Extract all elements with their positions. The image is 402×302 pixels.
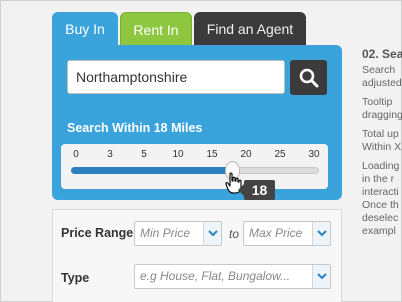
slider-tick-label: 10 <box>172 149 184 160</box>
tab-buy-in[interactable]: Buy In <box>52 12 118 46</box>
side-heading: 02. Sea <box>362 47 402 61</box>
slider-tick-label: 0 <box>73 149 79 160</box>
side-text-line: Tooltip <box>362 96 393 108</box>
slider-tick-label: 5 <box>141 149 147 160</box>
side-text-line: in the r <box>362 173 395 185</box>
slider-tick-label: 30 <box>308 149 320 160</box>
type-label: Type <box>61 271 90 285</box>
slider-tick-label: 15 <box>206 149 218 160</box>
location-search-input[interactable]: Northamptonshire <box>67 60 285 94</box>
slider-tick-label: 20 <box>240 149 252 160</box>
max-price-placeholder: Max Price <box>249 226 303 240</box>
side-text-line: Total up <box>362 128 399 140</box>
side-text-line: Loading <box>362 160 400 172</box>
slider-tick-labels: 0 3 5 10 15 20 25 30 <box>61 149 328 163</box>
side-text-line: Search <box>362 64 396 76</box>
property-type-select[interactable]: e.g House, Flat, Bungalow... <box>134 264 331 289</box>
price-range-label: Price Range <box>61 226 134 240</box>
chevron-down-icon <box>203 222 221 245</box>
filters-box: Price Range Min Price to Max Price Type … <box>52 209 342 302</box>
tab-rent-in[interactable]: Rent In <box>120 12 192 46</box>
side-text-line: adjusted <box>362 77 402 89</box>
side-text-line: deselec <box>362 212 399 224</box>
min-price-select[interactable]: Min Price <box>134 221 222 246</box>
search-button[interactable] <box>290 60 327 95</box>
slider-value-tooltip: 18 <box>238 180 275 200</box>
tab-find-an-agent[interactable]: Find an Agent <box>194 12 306 46</box>
distance-slider[interactable]: 0 3 5 10 15 20 25 30 <box>61 144 328 189</box>
distance-label: Search Within 18 Miles <box>67 121 203 135</box>
search-panel: Northamptonshire Search Within 18 Miles … <box>52 45 342 200</box>
to-label: to <box>229 227 240 241</box>
property-type-placeholder: e.g House, Flat, Bungalow... <box>140 269 291 283</box>
side-text-line: Within X <box>362 141 402 153</box>
max-price-select[interactable]: Max Price <box>243 221 331 246</box>
min-price-placeholder: Min Price <box>140 226 191 240</box>
side-text-line: Once th <box>362 199 399 211</box>
side-text-line: interacti <box>362 186 399 198</box>
slider-tick-label: 3 <box>107 149 113 160</box>
slider-fill <box>71 167 233 174</box>
side-notes: 02. Sea Search adjusted Tooltip dragging Tot… <box>362 0 402 302</box>
chevron-down-icon <box>312 222 330 245</box>
side-text-line: dragging <box>362 109 402 121</box>
chevron-down-icon <box>312 265 330 288</box>
side-text-line: exampl <box>362 225 396 237</box>
magnifier-icon <box>299 68 319 88</box>
slider-tick-label: 25 <box>274 149 286 160</box>
